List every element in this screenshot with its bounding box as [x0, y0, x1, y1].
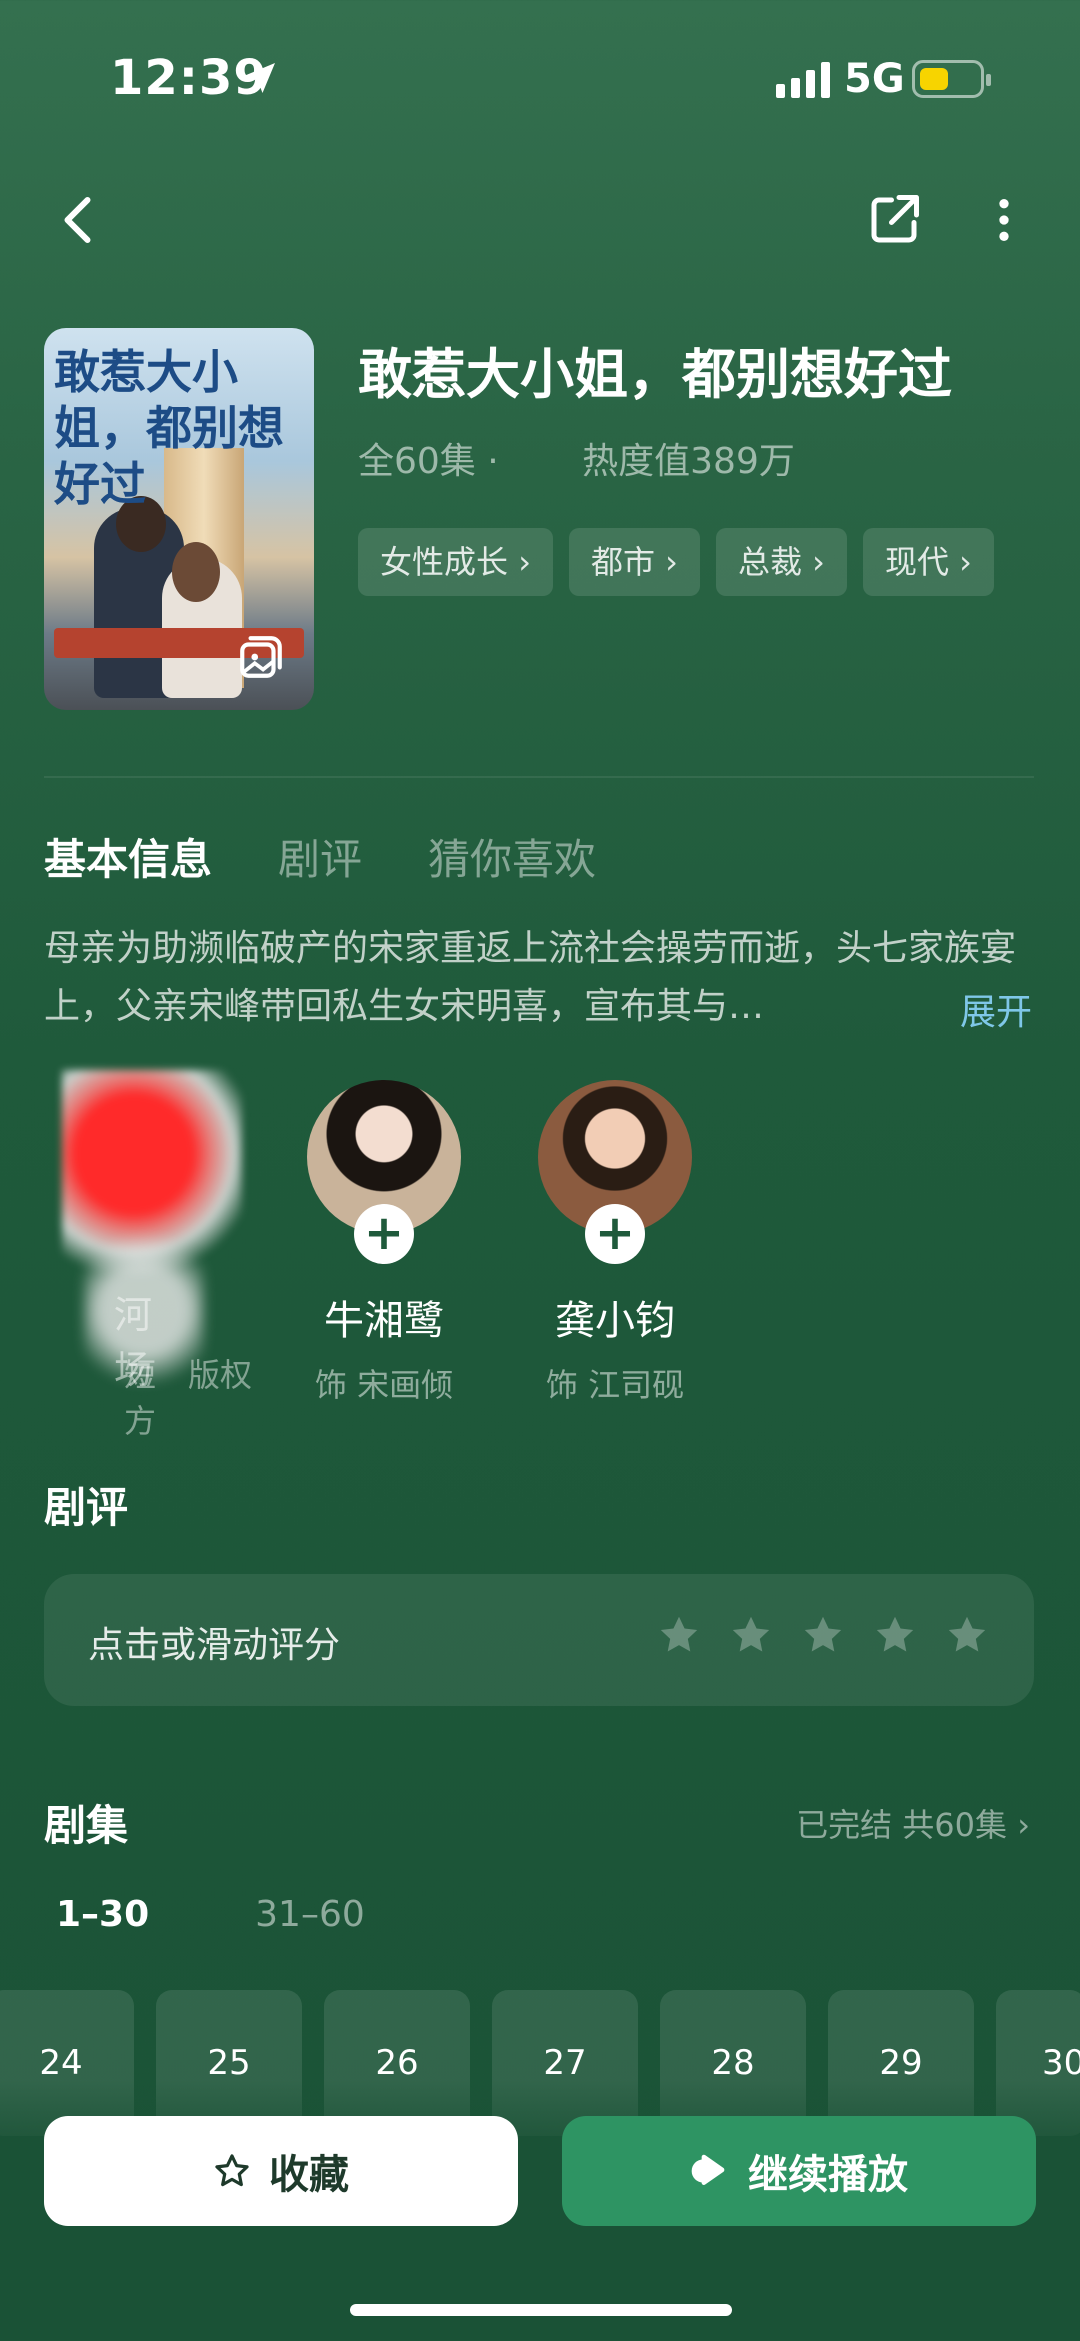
poster-title-art: 敢惹大小姐，都别想好过 [54, 345, 284, 511]
battery-icon [912, 60, 991, 98]
tab-recommendations[interactable]: 猜你喜欢 [428, 826, 596, 887]
share-icon[interactable] [864, 190, 924, 250]
star-icon[interactable] [800, 1612, 846, 1658]
range-tab[interactable]: 31–60 [255, 1894, 365, 1935]
rating-prompt: 点击或滑动评分 [88, 1625, 341, 1666]
cast-role: 短 版权方 [124, 1356, 253, 1440]
star-icon[interactable] [656, 1612, 702, 1658]
cast-member[interactable]: + 龚小钧 饰 江司砚 [505, 1080, 725, 1406]
divider [44, 776, 1034, 778]
star-rating[interactable] [656, 1612, 990, 1658]
expand-link[interactable]: 展开 [960, 983, 1032, 1035]
episodes-section-title: 剧集 [44, 1801, 129, 1850]
tab-basic-info[interactable]: 基本信息 [44, 826, 212, 887]
genre-tags: 女性成长 › 都市 › 总裁 › 现代 › [358, 528, 994, 596]
cast-role: 饰 宋画倾 [314, 1366, 454, 1404]
show-title: 敢惹大小姐，都别想好过 [358, 343, 952, 406]
episodes-status-link[interactable]: 已完结 共60集 › [796, 1800, 1030, 1846]
status-bar: 12:39 5G [0, 0, 1080, 160]
reviews-section-title: 剧评 [44, 1483, 129, 1532]
avatar: + [307, 1080, 461, 1264]
tab-bar: 基本信息 剧评 猜你喜欢 [44, 826, 596, 887]
continue-play-button[interactable]: 继续播放 [562, 2116, 1036, 2226]
star-icon[interactable] [944, 1612, 990, 1658]
play-icon [691, 2154, 725, 2185]
star-icon[interactable] [728, 1612, 774, 1658]
favorite-button[interactable]: 收藏 [44, 2116, 518, 2226]
home-indicator [350, 2304, 732, 2316]
show-meta: 全60集 · 热度值389万 [358, 441, 795, 482]
cellular-signal-icon [776, 60, 830, 98]
rating-card[interactable]: 点击或滑动评分 [44, 1574, 1034, 1706]
network-type: 5G [844, 56, 905, 102]
gallery-icon[interactable] [236, 632, 286, 682]
follow-plus-icon[interactable]: + [354, 1204, 414, 1264]
star-icon[interactable] [872, 1612, 918, 1658]
tag-chip[interactable]: 都市 › [568, 528, 700, 596]
range-tab[interactable]: 1–30 [56, 1894, 149, 1935]
tag-chip[interactable]: 现代 › [862, 528, 994, 596]
favorite-label: 收藏 [269, 2152, 349, 2198]
star-outline-icon [215, 2154, 249, 2187]
follow-plus-icon[interactable]: + [585, 1204, 645, 1264]
cast-role: 饰 江司砚 [545, 1366, 685, 1404]
cast-member[interactable]: + 牛湘鹭 饰 宋画倾 [274, 1080, 494, 1406]
cast-name: 牛湘鹭 [324, 1298, 444, 1344]
episode-range-tabs: 1–30 31–60 [56, 1894, 365, 1935]
more-options-icon[interactable] [976, 190, 1032, 250]
location-arrow-icon [245, 63, 275, 93]
tag-chip[interactable]: 女性成长 › [358, 528, 553, 596]
back-chevron-icon[interactable] [50, 190, 110, 250]
synopsis-text: 母亲为助濒临破产的宋家重返上流社会操劳而逝，头七家族宴上，父亲宋峰带回私生女宋明… [44, 928, 1017, 1027]
cast-member-rights-holder[interactable]: 河 场 短 版权方 [54, 1060, 254, 1440]
tag-chip[interactable]: 总裁 › [715, 528, 847, 596]
avatar: + [538, 1080, 692, 1264]
play-label: 继续播放 [748, 2152, 908, 2198]
cast-name: 龚小钧 [555, 1298, 675, 1344]
tab-reviews[interactable]: 剧评 [278, 826, 362, 887]
